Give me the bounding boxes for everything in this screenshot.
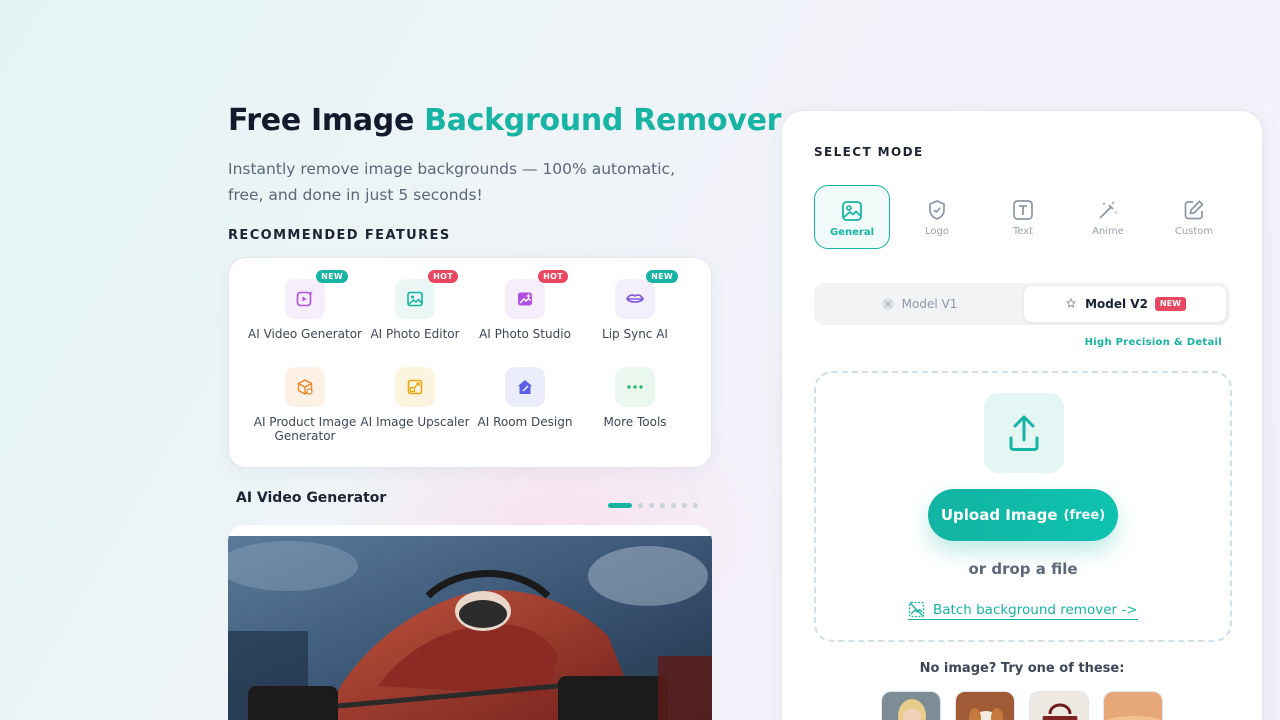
upload-icon [984,393,1064,473]
feature-label: More Tools [603,415,667,429]
title-accent: Background Remover [424,103,782,138]
model-switch: Model V1 Model V2 NEW [814,283,1230,325]
feature-label: AI Room Design [477,415,573,429]
mode-custom[interactable]: Custom [1156,185,1232,249]
batch-remover-label: Batch background remover -> [933,601,1138,618]
batch-image-icon [908,601,925,618]
feature-more-tools[interactable]: More Tools [575,367,695,429]
edit-icon [1156,198,1232,222]
upload-button-label: Upload Image [940,506,1058,524]
mode-label: Custom [1174,226,1214,237]
carousel-dots [608,503,698,508]
feature-badge: HOT [428,270,458,283]
mode-label: Anime [1092,226,1124,237]
carousel-card[interactable] [228,525,712,720]
upload-dropzone[interactable]: Upload Image (free) or drop a file Batch… [814,371,1232,642]
upload-button-suffix: (free) [1063,507,1106,523]
feature-label: AI Photo Studio [479,327,571,341]
precision-note: High Precision & Detail [1084,337,1222,348]
sample-dog-image[interactable] [955,691,1015,720]
carousel-dot-5[interactable] [671,503,676,508]
features-card: NEW AI Video Generator HOT AI Photo Edit… [228,257,712,468]
sample-handbag-image[interactable] [1029,691,1089,720]
carousel-dot-2[interactable] [638,503,643,508]
mode-label: General [830,227,874,238]
drop-file-text: or drop a file [968,560,1078,578]
image-icon [815,199,889,223]
mode-label: Logo [925,226,949,237]
carousel-dot-4[interactable] [660,503,665,508]
more-dots-icon [615,367,655,407]
mode-general[interactable]: General [814,185,890,249]
photo-studio-icon: HOT [505,270,568,319]
carousel-dot-7[interactable] [693,503,698,508]
model-v2-label: Model V2 [1085,297,1148,311]
shield-check-icon [899,198,975,222]
carousel-dot-1[interactable] [608,503,632,508]
model-v1-icon [881,298,894,310]
title-prefix: Free Image [228,103,425,138]
carousel-dot-3[interactable] [649,503,654,508]
image-icon: HOT [395,270,458,319]
model-v1-label: Model V1 [901,297,958,311]
feature-ai-video-generator[interactable]: NEW AI Video Generator [245,270,365,341]
mode-label: Text [1012,226,1034,237]
recommended-features-heading: RECOMMENDED FEATURES [228,228,451,243]
feature-ai-image-upscaler[interactable]: AI Image Upscaler [355,367,475,429]
model-v2-new-badge: NEW [1154,297,1186,311]
page-title: Free Image Background Remover [228,103,781,138]
mode-anime[interactable]: Anime [1070,185,1146,249]
mode-selector: General Logo Text Anime Custom [814,185,1234,249]
mode-logo[interactable]: Logo [899,185,975,249]
magic-wand-icon [1070,198,1146,222]
lips-icon: NEW [615,270,678,319]
batch-remover-link[interactable]: Batch background remover -> [908,601,1138,620]
sample-car-image[interactable] [1103,691,1163,720]
box-icon [285,367,325,407]
feature-ai-photo-editor[interactable]: HOT AI Photo Editor [355,270,475,341]
feature-lip-sync-ai[interactable]: NEW Lip Sync AI [575,270,695,341]
house-icon [505,367,545,407]
remover-panel: SELECT MODE General Logo Text Anime Cust… [781,110,1263,720]
feature-badge: NEW [316,270,348,283]
model-v1-option[interactable]: Model V1 [818,286,1020,322]
upscale-icon [395,367,435,407]
feature-label: Lip Sync AI [602,327,668,341]
text-icon [985,198,1061,222]
upload-image-button[interactable]: Upload Image (free) [928,489,1118,541]
samples-heading: No image? Try one of these: [919,661,1125,676]
race-car-image [228,536,712,720]
feature-badge: HOT [538,270,568,283]
page-subtitle: Instantly remove image backgrounds — 100… [228,160,676,204]
feature-label: AI Image Upscaler [360,415,470,429]
mode-text[interactable]: Text [985,185,1061,249]
select-mode-heading: SELECT MODE [814,145,924,159]
feature-label: AI Video Generator [248,327,362,341]
feature-ai-product-image-generator[interactable]: AI Product Image Generator [245,367,365,443]
model-v2-option[interactable]: Model V2 NEW [1024,286,1226,322]
carousel-title: AI Video Generator [236,490,387,506]
sample-images [881,691,1163,720]
carousel-dot-6[interactable] [682,503,687,508]
model-v2-icon [1065,297,1077,309]
sample-woman-image[interactable] [881,691,941,720]
feature-ai-room-design[interactable]: AI Room Design [465,367,585,429]
feature-badge: NEW [646,270,678,283]
feature-ai-photo-studio[interactable]: HOT AI Photo Studio [465,270,585,341]
feature-label: AI Photo Editor [370,327,460,341]
video-sparkle-icon: NEW [285,270,348,319]
feature-label: AI Product Image Generator [253,415,357,443]
